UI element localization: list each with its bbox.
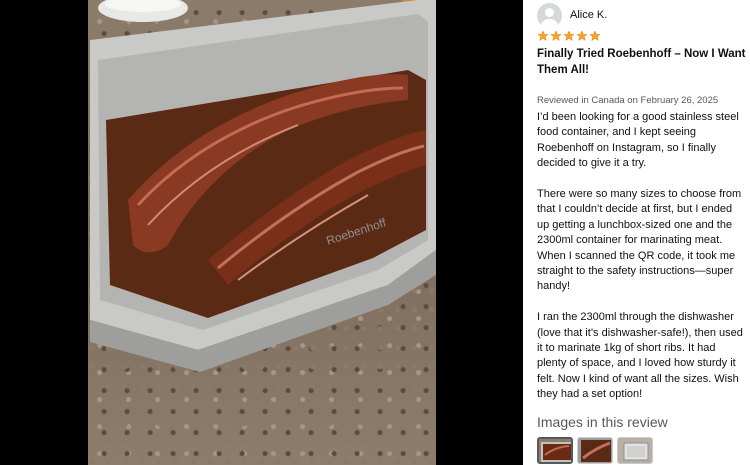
star-icon <box>537 30 549 42</box>
star-icon <box>550 30 562 42</box>
thumbnail-ribs-closeup[interactable] <box>577 437 613 464</box>
user-avatar-icon[interactable] <box>537 2 562 28</box>
review-panel: Alice K. Finally Tried Roebenhoff – Now … <box>537 0 747 465</box>
review-date: Reviewed in Canada on February 26, 2025 <box>537 95 719 106</box>
review-paragraph: There were so many sizes to choose from … <box>537 188 742 293</box>
images-section-heading: Images in this review <box>537 414 668 430</box>
review-viewer: Roebenhoff Alice K. Finally Tried Roeben… <box>0 0 750 465</box>
photo-illustration: Roebenhoff <box>90 0 436 372</box>
review-photo[interactable]: Roebenhoff <box>88 0 436 465</box>
image-thumbnails <box>537 437 653 464</box>
reviewer-profile[interactable]: Alice K. <box>537 2 607 28</box>
thumbnail-empty-container[interactable] <box>617 437 653 464</box>
star-icon <box>563 30 575 42</box>
star-icon <box>589 30 601 42</box>
reviewer-name[interactable]: Alice K. <box>570 9 607 21</box>
thumbnail-short-ribs[interactable] <box>537 437 573 464</box>
media-viewer: Roebenhoff <box>0 0 523 465</box>
star-rating <box>537 30 601 42</box>
review-body: I’d been looking for a good stainless st… <box>537 110 747 418</box>
review-paragraph: I ran the 2300ml through the dishwasher … <box>537 311 743 401</box>
review-paragraph: I’d been looking for a good stainless st… <box>537 111 739 170</box>
star-icon <box>576 30 588 42</box>
review-title: Finally Tried Roebenhoff – Now I Want Th… <box>537 48 746 76</box>
